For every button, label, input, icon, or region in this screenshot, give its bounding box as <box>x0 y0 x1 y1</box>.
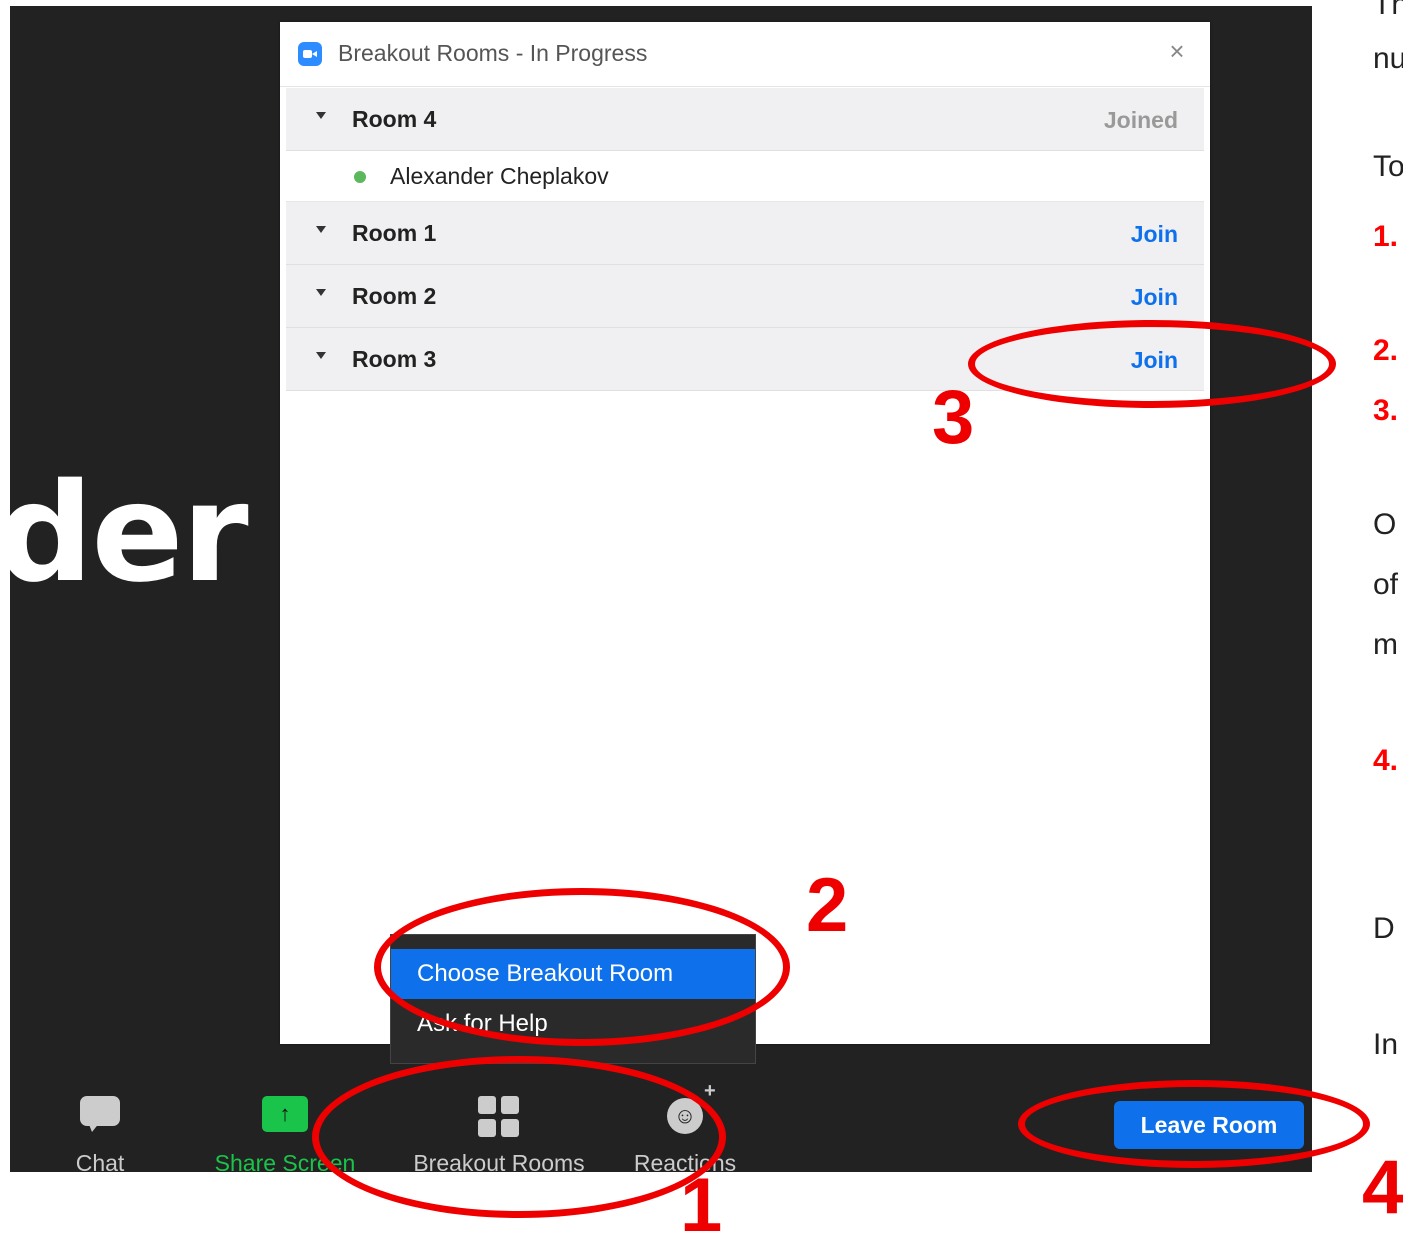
zoom-app-icon <box>298 42 322 66</box>
annotation-number-2: 2 <box>806 863 849 948</box>
slide-text-line: D <box>1373 912 1395 945</box>
join-room-link[interactable]: Join <box>1131 221 1178 248</box>
room-name: Room 3 <box>352 346 437 372</box>
annotation-ellipse-2 <box>374 888 790 1046</box>
room-row[interactable]: Room 4 Joined <box>286 88 1204 151</box>
dialog-titlebar: Breakout Rooms - In Progress × <box>280 22 1210 87</box>
caret-down-icon[interactable] <box>316 112 326 119</box>
slide-step-number: 4. <box>1373 744 1399 777</box>
slide-step-number: 1. <box>1373 220 1399 253</box>
caret-down-icon[interactable] <box>316 352 326 359</box>
share-screen-icon: ↑ <box>262 1096 308 1132</box>
caret-down-icon[interactable] <box>316 289 326 296</box>
annotation-number-4: 4 <box>1362 1145 1403 1230</box>
room-status-joined: Joined <box>1103 107 1178 133</box>
breakout-rooms-dialog: Breakout Rooms - In Progress × Room 4 Jo… <box>280 22 1210 1044</box>
slide-text-line: To <box>1373 150 1403 183</box>
participant-name: Alexander Cheplakov <box>390 163 609 189</box>
slide-text-line: Th <box>1373 0 1403 21</box>
annotation-number-3: 3 <box>932 375 975 460</box>
slide-text-line: O <box>1373 508 1397 541</box>
slide-text-line: In <box>1373 1028 1399 1061</box>
chat-button[interactable]: Chat <box>50 1090 150 1172</box>
participant-name-background: der <box>10 455 249 613</box>
room-name: Room 4 <box>352 106 437 132</box>
chat-label: Chat <box>75 1150 125 1172</box>
annotation-number-1: 1 <box>680 1163 723 1248</box>
room-name: Room 1 <box>352 220 437 246</box>
slide-step-number: 2. <box>1373 334 1399 367</box>
dialog-title: Breakout Rooms - In Progress <box>338 40 648 66</box>
room-row[interactable]: Room 2 Join <box>286 265 1204 328</box>
chat-icon <box>80 1096 120 1132</box>
slide-text-line: m <box>1373 628 1398 661</box>
caret-down-icon[interactable] <box>316 226 326 233</box>
reactions-plus-icon: + <box>704 1080 716 1102</box>
annotation-ellipse-1 <box>312 1056 726 1218</box>
annotation-ellipse-4 <box>1018 1080 1370 1168</box>
slide-step-number: 3. <box>1373 394 1399 427</box>
status-dot-icon <box>354 171 366 183</box>
annotation-ellipse-3 <box>968 320 1336 408</box>
room-row[interactable]: Room 1 Join <box>286 202 1204 265</box>
participant-row: Alexander Cheplakov <box>286 151 1204 202</box>
close-icon[interactable]: × <box>1162 36 1192 66</box>
room-name: Room 2 <box>352 283 437 309</box>
join-room-link[interactable]: Join <box>1131 284 1178 311</box>
slide-text-line: of <box>1373 568 1399 601</box>
slide-text-line: nu <box>1373 42 1403 75</box>
